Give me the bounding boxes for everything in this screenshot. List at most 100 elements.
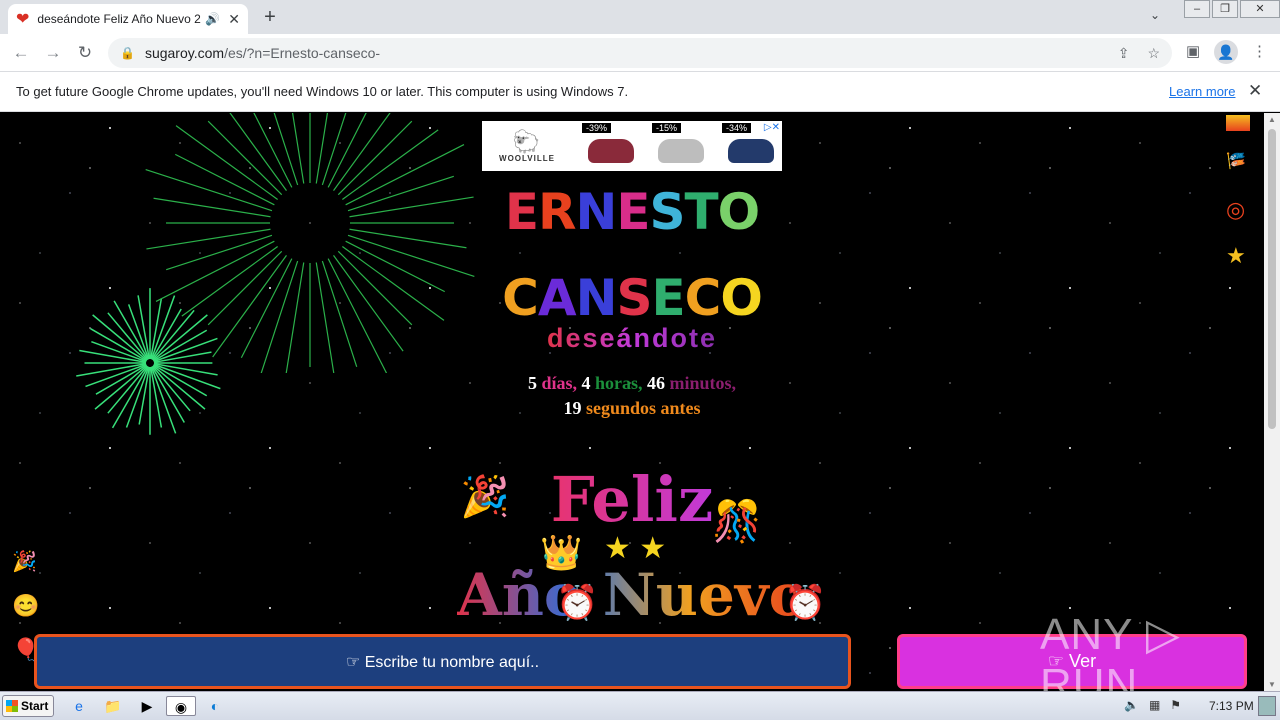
name-letter: E bbox=[616, 183, 650, 241]
name-letter: N bbox=[575, 269, 618, 327]
explorer-folder-icon[interactable]: 📁 bbox=[102, 696, 124, 716]
greeting-feliz: Feliz bbox=[550, 463, 714, 536]
name-letter: S bbox=[616, 269, 652, 327]
chrome-icon[interactable]: ◉ bbox=[166, 696, 196, 716]
tab-strip: ❤ deseándote Feliz Año Nuevo 20 🔊 ✕ + ⌄ … bbox=[0, 0, 1280, 34]
scrollbar-thumb[interactable] bbox=[1268, 129, 1276, 429]
gift-icon[interactable] bbox=[1226, 115, 1250, 131]
name-letter: S bbox=[649, 183, 686, 241]
windows-logo-icon bbox=[6, 700, 18, 712]
name-letter: R bbox=[537, 183, 577, 241]
back-icon[interactable]: ← bbox=[10, 42, 32, 64]
enter-name-button[interactable]: ☞ Escribe tu nombre aquí.. bbox=[34, 634, 851, 689]
firework-spark bbox=[327, 113, 367, 188]
sheep-icon: 🐑 bbox=[512, 128, 542, 154]
ie-icon[interactable]: e bbox=[68, 696, 90, 716]
browser-toolbar: ← → ↻ 🔒 sugaroy.com/es/?n=Ernesto-cansec… bbox=[0, 34, 1280, 72]
edge-icon[interactable]: ◐ bbox=[204, 696, 226, 716]
star-icon[interactable]: ★ bbox=[1226, 243, 1246, 269]
new-tab-button[interactable]: + bbox=[258, 6, 282, 30]
start-button[interactable]: Start bbox=[2, 695, 54, 717]
firework-spark bbox=[273, 113, 299, 186]
discount-label: -15% bbox=[652, 123, 682, 133]
discount-label: -39% bbox=[582, 123, 612, 133]
hours-label: horas, bbox=[595, 373, 643, 393]
ad-brand-logo: 🐑 WOOLVILLE bbox=[482, 128, 572, 163]
infobar-message: To get future Google Chrome updates, you… bbox=[16, 84, 629, 99]
tab-title: deseándote Feliz Año Nuevo 20 bbox=[37, 12, 202, 26]
wishing-text: deseándote bbox=[0, 323, 1264, 354]
boot-image bbox=[728, 139, 774, 163]
advertisement-banner[interactable]: 🐑 WOOLVILLE -39% -15% -34% ▷✕ bbox=[482, 121, 782, 171]
slipper-image bbox=[588, 139, 634, 163]
media-player-icon[interactable]: ▶ bbox=[136, 696, 158, 716]
update-infobar: To get future Google Chrome updates, you… bbox=[0, 72, 1280, 112]
ad-product-1[interactable]: -39% bbox=[582, 121, 642, 171]
seconds-label: segundos antes bbox=[585, 398, 701, 418]
reload-icon[interactable]: ↻ bbox=[74, 42, 96, 64]
minutes-number: 46 bbox=[647, 373, 666, 393]
discount-label: -34% bbox=[722, 123, 752, 133]
name-letter: T bbox=[684, 183, 719, 241]
tab-search-icon[interactable]: ⌄ bbox=[1150, 8, 1160, 22]
last-name-title: CANSECO bbox=[0, 269, 1264, 327]
firework-spark bbox=[315, 113, 329, 184]
speaker-icon[interactable]: 🔊 bbox=[205, 12, 220, 26]
minimize-icon[interactable]: – bbox=[1184, 0, 1210, 18]
page-scrollbar[interactable]: ▲ ▼ bbox=[1264, 113, 1280, 691]
restore-icon[interactable]: ❐ bbox=[1212, 0, 1238, 18]
party-popper-icon[interactable]: 🎉 bbox=[12, 549, 37, 574]
volume-icon[interactable]: 🔈 bbox=[1124, 698, 1139, 712]
name-letter: C bbox=[684, 269, 722, 327]
party-popper-icon: 🎉 bbox=[460, 475, 510, 519]
name-letter: E bbox=[651, 269, 685, 327]
side-panel-icon[interactable]: ▣ bbox=[1186, 42, 1200, 60]
firework-spark bbox=[229, 113, 287, 191]
bookmark-star-icon[interactable]: ☆ bbox=[1147, 45, 1160, 62]
forward-icon[interactable]: → bbox=[42, 42, 64, 64]
name-letter: O bbox=[717, 183, 761, 241]
donut-icon[interactable]: ◎ bbox=[1226, 197, 1245, 223]
action-center-flag-icon[interactable]: ⚑ bbox=[1170, 698, 1181, 712]
profile-avatar[interactable]: 👤 bbox=[1214, 40, 1238, 64]
window-controls: – ❐ ✕ bbox=[1182, 0, 1280, 20]
name-letter: O bbox=[720, 269, 763, 327]
anyrun-watermark: ANY ▷ RUN bbox=[1040, 610, 1181, 691]
system-clock[interactable]: 7:13 PM bbox=[1209, 699, 1254, 713]
days-label: días, bbox=[541, 373, 577, 393]
countdown: 5 días, 4 horas, 46 minutos, 19 segundos… bbox=[0, 371, 1264, 421]
alarm-clock-icon: ⏰ bbox=[556, 584, 599, 622]
scroll-up-icon[interactable]: ▲ bbox=[1268, 115, 1276, 124]
hours-number: 4 bbox=[581, 373, 591, 393]
windows-taskbar: Start e 📁 ▶ ◉ ◐ 🔈 ▦ ⚑ 7:13 PM bbox=[0, 691, 1280, 720]
wish-text: deseándote bbox=[546, 323, 718, 353]
name-letter: E bbox=[504, 183, 539, 241]
minutes-label: minutos, bbox=[669, 373, 737, 393]
firework-spark bbox=[253, 113, 293, 188]
show-desktop-button[interactable] bbox=[1258, 696, 1276, 716]
menu-icon[interactable]: ⋮ bbox=[1252, 42, 1267, 60]
scroll-down-icon[interactable]: ▼ bbox=[1268, 680, 1276, 689]
close-window-icon[interactable]: ✕ bbox=[1240, 0, 1280, 18]
lock-icon[interactable]: 🔒 bbox=[120, 46, 135, 60]
learn-more-link[interactable]: Learn more bbox=[1169, 84, 1235, 99]
heart-icon: ❤ bbox=[16, 11, 30, 28]
close-infobar-icon[interactable]: ✕ bbox=[1248, 81, 1262, 101]
days-number: 5 bbox=[527, 373, 537, 393]
firework-spark bbox=[321, 113, 347, 186]
browser-tab[interactable]: ❤ deseándote Feliz Año Nuevo 20 🔊 ✕ bbox=[8, 4, 248, 34]
party-horn-icon: 🎊 bbox=[712, 500, 762, 544]
smiley-icon[interactable]: 😊 bbox=[12, 593, 39, 619]
name-letter: A bbox=[537, 269, 577, 327]
alarm-clock-icon: ⏰ bbox=[784, 584, 827, 622]
name-letter: N bbox=[575, 183, 618, 241]
close-tab-icon[interactable]: ✕ bbox=[228, 11, 240, 28]
share-icon[interactable]: ⇪ bbox=[1118, 45, 1130, 62]
address-bar[interactable]: 🔒 sugaroy.com/es/?n=Ernesto-canseco- ⇪ ☆ bbox=[108, 38, 1172, 68]
seconds-number: 19 bbox=[563, 398, 582, 418]
system-tray: 🔈 ▦ ⚑ bbox=[1124, 698, 1181, 712]
ad-product-2[interactable]: -15% bbox=[652, 121, 712, 171]
adchoices-icon[interactable]: ▷✕ bbox=[764, 122, 780, 133]
network-icon[interactable]: ▦ bbox=[1149, 698, 1160, 712]
bunting-icon[interactable]: 🎏 bbox=[1226, 151, 1246, 171]
